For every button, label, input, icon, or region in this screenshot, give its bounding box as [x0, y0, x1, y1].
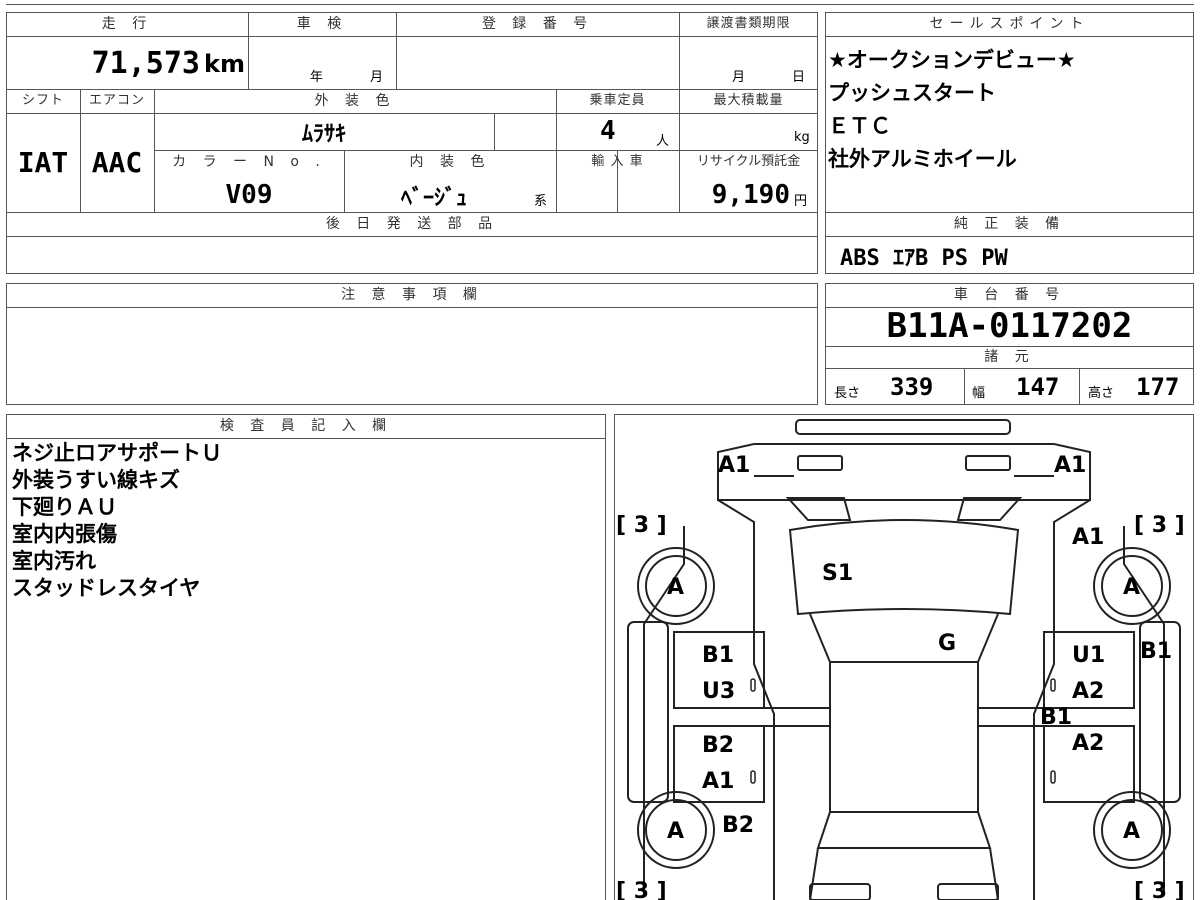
- roof-shape: [829, 661, 979, 813]
- inspection-year: 年: [310, 70, 324, 85]
- color-no-label: カ ラ ー N o .: [172, 154, 326, 170]
- mark-door-rl-2: A1: [702, 769, 734, 794]
- capacity-unit: 人: [656, 134, 670, 149]
- mark-door-fl-2: U3: [702, 679, 735, 704]
- capacity-label: 乗車定員: [589, 93, 646, 108]
- mileage-value: 71,573: [91, 46, 200, 81]
- wheel-rear-right-label: A: [1123, 819, 1140, 844]
- mark-pillar-right: B1: [1140, 639, 1172, 664]
- mileage-unit: km: [204, 50, 245, 78]
- later-parts-label: 後 日 発 送 部 品: [325, 216, 499, 232]
- max-load-unit: kg: [794, 130, 810, 145]
- wheel-rear-left-label: A: [667, 819, 684, 844]
- bracket-bottom-left: [ 3 ]: [616, 879, 667, 900]
- front-bumper-shape: [795, 419, 1011, 435]
- equipment-value: ABS ｴｱB PS PW: [840, 246, 1008, 271]
- shift-label: シフト: [21, 93, 64, 108]
- mileage-label: 走 行: [101, 16, 153, 32]
- length-label: 長さ: [834, 386, 861, 401]
- sales-line-3: ＥＴＣ: [828, 114, 891, 138]
- inspector-line-2: 外装うすい線キズ: [12, 468, 180, 492]
- inspector-line-5: 室内汚れ: [12, 549, 96, 573]
- sill-left-shape: [627, 621, 669, 803]
- front-hood-shape: [717, 443, 1091, 501]
- transfer-month: 月: [732, 70, 746, 85]
- chassis-number: B11A-0117202: [886, 306, 1133, 346]
- ac-label: エアコン: [88, 93, 145, 108]
- import-label: 輸 入 車: [591, 154, 644, 169]
- notes-label: 注 意 事 項 欄: [341, 287, 483, 303]
- height-label: 高さ: [1088, 386, 1115, 401]
- recycle-label: リサイクル預託金: [696, 154, 801, 169]
- max-load-label: 最大積載量: [713, 93, 784, 108]
- ac-value: AAC: [91, 146, 143, 179]
- width-value: 147: [1016, 373, 1060, 401]
- headlight-left-shape: [797, 455, 843, 471]
- mark-door-fr-1: U1: [1072, 643, 1105, 668]
- bracket-top-left: [ 3 ]: [616, 513, 667, 538]
- mark-door-rl-1: B2: [702, 733, 734, 758]
- capacity-value: 4: [600, 116, 616, 146]
- transfer-day: 日: [792, 70, 806, 85]
- exterior-color-label: 外 装 色: [314, 93, 396, 109]
- registration-label: 登 録 番 号: [481, 16, 594, 32]
- mark-door-fl-1: B1: [702, 643, 734, 668]
- exterior-color-value: ﾑﾗｻｷ: [301, 122, 346, 147]
- inspector-line-4: 室内内張傷: [12, 522, 117, 546]
- mark-side-right: B1: [1040, 705, 1072, 730]
- sales-point-label: セールスポイント: [929, 16, 1090, 32]
- mark-fender-right: A1: [1072, 525, 1104, 550]
- recycle-value: 9,190: [711, 180, 790, 210]
- bracket-top-right: [ 3 ]: [1134, 513, 1185, 538]
- inspection-label: 車 検: [296, 16, 348, 32]
- mark-rear-left: B2: [722, 813, 754, 838]
- interior-color-suffix: 系: [534, 194, 548, 209]
- mark-front-right: A1: [1054, 453, 1086, 478]
- inspector-line-3: 下廻りＡＵ: [12, 495, 117, 519]
- sales-line-4: 社外アルミホイール: [828, 147, 1017, 171]
- inspector-line-1: ネジ止ロアサポートＵ: [12, 441, 222, 465]
- length-value: 339: [890, 373, 934, 401]
- mark-roof: G: [938, 631, 956, 656]
- headlight-right-shape: [965, 455, 1011, 471]
- recycle-unit: 円: [794, 194, 808, 209]
- car-diagram: [ 3 ] [ 3 ] [ 3 ] [ 3 ] A A A A A1 A1 A1…: [616, 419, 1185, 900]
- width-label: 幅: [972, 386, 986, 401]
- mark-door-rr: A2: [1072, 731, 1104, 756]
- chassis-label: 車 台 番 号: [953, 287, 1066, 303]
- mark-door-fr-2: A2: [1072, 679, 1104, 704]
- shift-value: IAT: [17, 146, 69, 179]
- wheel-front-left-label: A: [667, 575, 684, 600]
- inspection-month: 月: [370, 70, 384, 85]
- interior-color-value: ﾍﾞｰｼﾞｭ: [400, 186, 467, 211]
- equipment-label: 純 正 装 備: [953, 216, 1066, 232]
- sales-line-1: ★オークションデビュー★: [828, 48, 1076, 72]
- top-edge-line: [6, 4, 1194, 5]
- specs-label: 諸 元: [984, 349, 1035, 365]
- bracket-bottom-right: [ 3 ]: [1134, 879, 1185, 900]
- color-no-value: V09: [225, 180, 273, 210]
- wheel-front-right-label: A: [1123, 575, 1140, 600]
- interior-color-label: 内 装 色: [409, 154, 491, 170]
- sales-line-2: プッシュスタート: [828, 81, 996, 105]
- inspector-label: 検 査 員 記 入 欄: [219, 418, 393, 434]
- height-value: 177: [1136, 373, 1180, 401]
- mark-windshield: S1: [822, 561, 853, 586]
- transfer-deadline-label: 譲渡書類期限: [706, 16, 791, 31]
- inspector-line-6: スタッドレスタイヤ: [12, 576, 201, 600]
- mark-front-left: A1: [718, 453, 750, 478]
